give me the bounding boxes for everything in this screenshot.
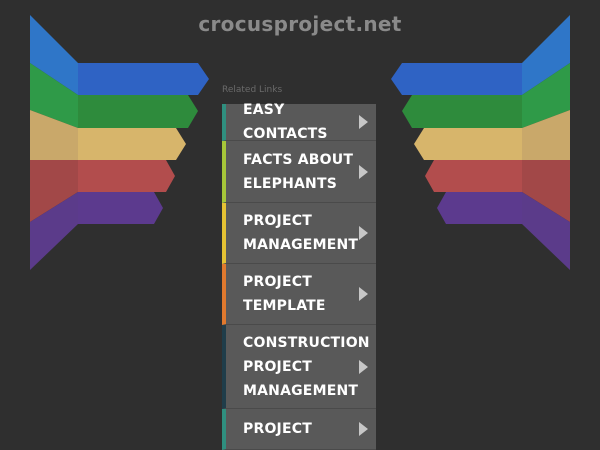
left-wing-band-purple [78, 192, 163, 224]
menu-item-label: FACTS ABOUT ELEPHANTS [243, 151, 354, 192]
menu-item-label: PROJECT [243, 421, 312, 437]
menu-item-project[interactable]: PROJECT [222, 409, 376, 450]
play-triangle-icon [359, 359, 368, 374]
play-triangle-icon [359, 422, 368, 436]
site-title: crocusproject.net [198, 12, 402, 36]
right-wing-band-green [402, 95, 522, 128]
left-wing-band-green [78, 95, 198, 128]
related-links-label: Related Links [222, 85, 283, 95]
menu-item-label: EASY CONTACTS [243, 102, 328, 142]
menu-item-label: PROJECT MANAGEMENT [243, 213, 359, 253]
play-triangle-icon [359, 164, 368, 179]
menu-item-construction-project-management[interactable]: CONSTRUCTION PROJECT MANAGEMENT [222, 325, 376, 409]
related-links-menu: EASY CONTACTS FACTS ABOUT ELEPHANTS PROJ… [222, 102, 376, 450]
right-wing-band-red [425, 160, 522, 192]
right-wing-band-blue [391, 63, 522, 95]
menu-item-project-management[interactable]: PROJECT MANAGEMENT [222, 203, 376, 264]
left-wing-band-blue [78, 63, 209, 95]
menu-item-project-template[interactable]: PROJECT TEMPLATE [222, 264, 376, 325]
play-triangle-icon [359, 226, 368, 240]
menu-item-label: PROJECT TEMPLATE [243, 274, 326, 314]
right-wing-band-purple [437, 192, 522, 224]
menu-item-label: CONSTRUCTION PROJECT MANAGEMENT [243, 334, 370, 399]
menu-item-easy-contacts[interactable]: EASY CONTACTS [222, 102, 376, 142]
play-triangle-icon [359, 287, 368, 301]
left-wing-band-gold [78, 128, 186, 160]
menu-item-facts-about-elephants[interactable]: FACTS ABOUT ELEPHANTS [222, 141, 376, 203]
right-wing-band-gold [414, 128, 522, 160]
left-wing-band-red [78, 160, 175, 192]
play-triangle-icon [359, 115, 368, 129]
